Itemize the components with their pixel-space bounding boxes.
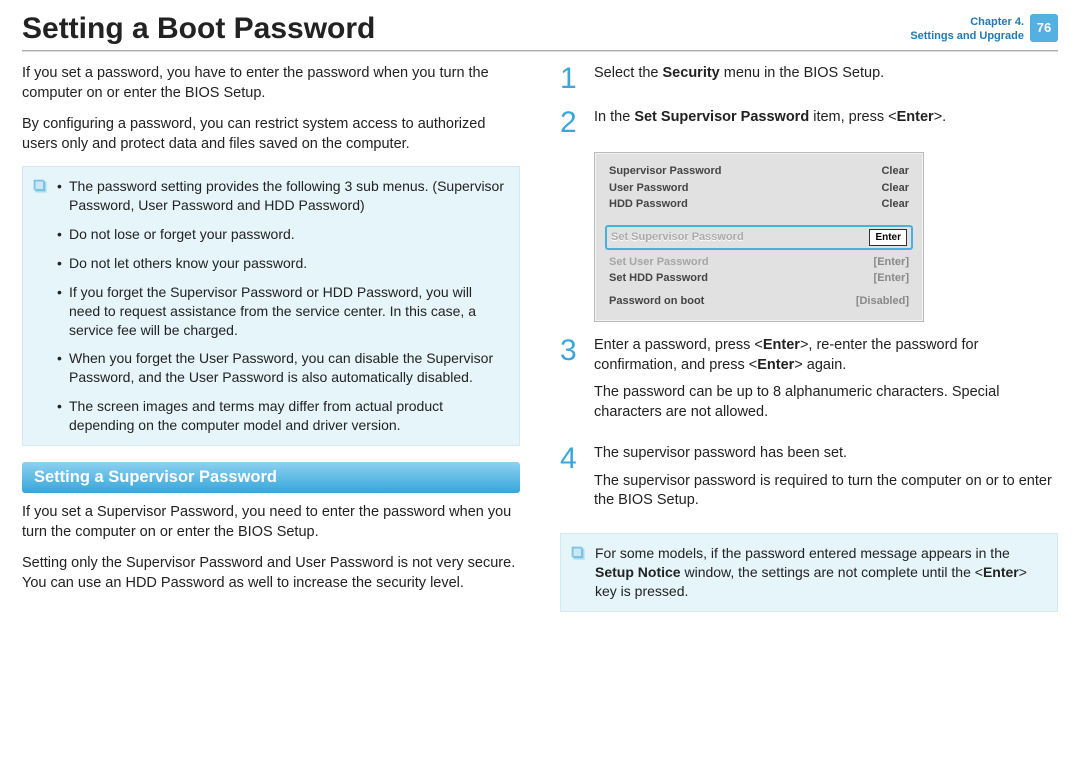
step-number: 3 — [560, 336, 582, 430]
bios-row: User PasswordClear — [609, 180, 909, 197]
columns: If you set a password, you have to enter… — [22, 64, 1058, 628]
step-2: 2 In the Set Supervisor Password item, p… — [560, 108, 1058, 138]
step-1-text: Select the Security menu in the BIOS Set… — [594, 64, 1058, 84]
step-number: 4 — [560, 444, 582, 519]
subsection-paragraph-2: Setting only the Supervisor Password and… — [22, 554, 520, 593]
step-body: Select the Security menu in the BIOS Set… — [594, 64, 1058, 94]
note-item: The password setting provides the follow… — [57, 177, 507, 215]
chapter-line1: Chapter 4. — [910, 16, 1024, 30]
page-root: Setting a Boot Password Chapter 4. Setti… — [0, 0, 1080, 648]
bios-row: Password on boot[Disabled] — [609, 293, 909, 310]
bios-highlighted-row: Set Supervisor PasswordEnter — [605, 225, 913, 250]
note-item: When you forget the User Password, you c… — [57, 349, 507, 387]
note-item: If you forget the Supervisor Password or… — [57, 283, 507, 340]
page-title: Setting a Boot Password — [22, 12, 910, 46]
step-1: 1 Select the Security menu in the BIOS S… — [560, 64, 1058, 94]
intro-paragraph-2: By configuring a password, you can restr… — [22, 115, 520, 154]
note-item: Do not lose or forget your password. — [57, 225, 507, 244]
note-icon — [31, 177, 49, 195]
subsection-paragraph-1: If you set a Supervisor Password, you ne… — [22, 503, 520, 542]
step-number: 2 — [560, 108, 582, 138]
bios-screenshot: Supervisor PasswordClear User PasswordCl… — [594, 152, 924, 322]
step-body: Enter a password, press <Enter>, re-ente… — [594, 336, 1058, 430]
step-3-text: Enter a password, press <Enter>, re-ente… — [594, 336, 1058, 375]
step-4-text-2: The supervisor password is required to t… — [594, 472, 1058, 511]
chapter-label: Chapter 4. Settings and Upgrade — [910, 12, 1024, 44]
bios-row: Set HDD Password[Enter] — [609, 270, 909, 287]
step-number: 1 — [560, 64, 582, 94]
bios-row: Set User Password[Enter] — [609, 254, 909, 271]
left-column: If you set a password, you have to enter… — [22, 64, 520, 628]
intro-paragraph-1: If you set a password, you have to enter… — [22, 64, 520, 103]
step-body: The supervisor password has been set. Th… — [594, 444, 1058, 519]
enter-key-badge: Enter — [869, 229, 907, 246]
header-right-block: Chapter 4. Settings and Upgrade 76 — [910, 12, 1058, 44]
note-box-main: The password setting provides the follow… — [22, 166, 520, 446]
chapter-line2: Settings and Upgrade — [910, 30, 1024, 44]
page-number-badge: 76 — [1030, 14, 1058, 42]
note-item: Do not let others know your password. — [57, 254, 507, 273]
note-footer-text: For some models, if the password entered… — [595, 544, 1045, 601]
step-4: 4 The supervisor password has been set. … — [560, 444, 1058, 519]
section-subheading: Setting a Supervisor Password — [22, 462, 520, 493]
bios-row: HDD PasswordClear — [609, 196, 909, 213]
note-box-footer: For some models, if the password entered… — [560, 533, 1058, 612]
note-item: The screen images and terms may differ f… — [57, 397, 507, 435]
page-header: Setting a Boot Password Chapter 4. Setti… — [22, 12, 1058, 46]
step-2-text: In the Set Supervisor Password item, pre… — [594, 108, 1058, 128]
note-list: The password setting provides the follow… — [57, 177, 507, 435]
step-3: 3 Enter a password, press <Enter>, re-en… — [560, 336, 1058, 430]
bios-row: Supervisor PasswordClear — [609, 163, 909, 180]
header-divider — [22, 50, 1058, 52]
step-body: In the Set Supervisor Password item, pre… — [594, 108, 1058, 138]
step-3-text-2: The password can be up to 8 alphanumeric… — [594, 383, 1058, 422]
note-icon — [569, 544, 587, 562]
step-4-text-1: The supervisor password has been set. — [594, 444, 1058, 464]
right-column: 1 Select the Security menu in the BIOS S… — [560, 64, 1058, 628]
